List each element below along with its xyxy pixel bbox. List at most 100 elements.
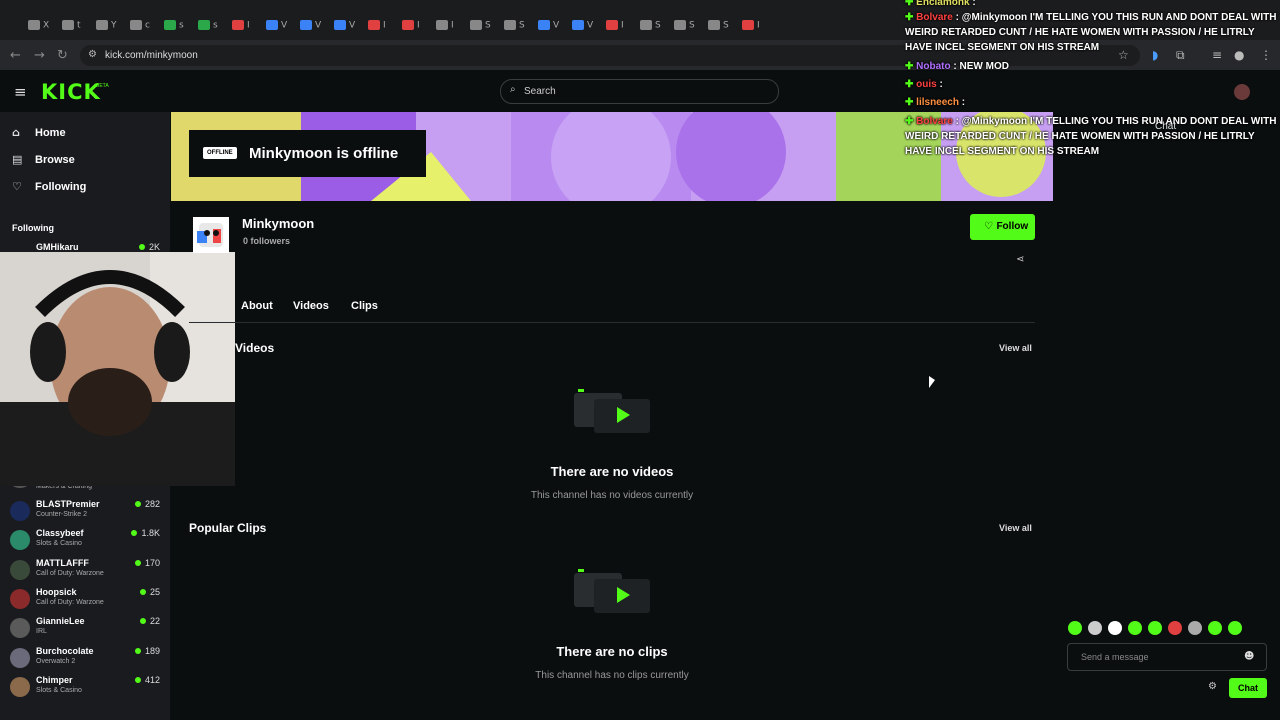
emote-icon[interactable]	[1208, 621, 1222, 635]
chat-text: :	[939, 79, 943, 90]
sidebar-channel[interactable]: Burchocolate Overwatch 2 189	[10, 646, 160, 674]
back-icon[interactable]: ←	[10, 48, 21, 63]
chat-username[interactable]: Bolvare	[916, 116, 953, 127]
browser-tab[interactable]: I	[232, 20, 262, 34]
offline-text: Minkymoon is offline	[249, 145, 399, 162]
emote-bar	[1068, 621, 1268, 639]
site-info-icon[interactable]: ⚙	[88, 49, 97, 60]
kick-logo[interactable]: KICK	[41, 80, 101, 104]
browser-tab[interactable]: V	[334, 20, 364, 34]
emote-icon[interactable]	[1068, 621, 1082, 635]
empty-videos-icon	[572, 385, 652, 435]
chat-username[interactable]: lilsneech	[916, 97, 959, 108]
tab-label: S	[519, 20, 525, 31]
browser-tab[interactable]: S	[504, 20, 534, 34]
no-videos-title: There are no videos	[550, 464, 674, 479]
reload-icon[interactable]: ↻	[57, 48, 68, 63]
tab-favicon-icon	[504, 20, 516, 30]
browser-tab[interactable]: V	[266, 20, 296, 34]
browser-tab[interactable]: V	[300, 20, 330, 34]
beta-label: BETA	[96, 83, 109, 89]
emote-icon[interactable]	[1168, 621, 1182, 635]
browser-tab[interactable]: I	[368, 20, 398, 34]
chat-settings-gear-icon[interactable]: ⚙	[1208, 681, 1217, 692]
browser-tab[interactable]: V	[572, 20, 602, 34]
browser-tab[interactable]: I	[402, 20, 432, 34]
tab-label: V	[281, 20, 288, 31]
tab-videos[interactable]: Videos	[293, 300, 329, 312]
chat-message-input[interactable]: Send a message ☻	[1067, 643, 1267, 671]
sidebar-channel[interactable]: MATTLAFFF Call of Duty: Warzone 170	[10, 558, 160, 586]
url-text: kick.com/minkymoon	[105, 50, 198, 61]
chat-header: Chat	[1155, 121, 1177, 132]
nav-home[interactable]: ⌂ Home	[12, 126, 66, 139]
chat-message: ✚ Bolvare : @Minkymoon I'M TELLING YOU T…	[905, 10, 1280, 55]
sidebar-channel[interactable]: BLASTPremier Counter-Strike 2 282	[10, 499, 160, 527]
emote-icon[interactable]	[1148, 621, 1162, 635]
browser-tab[interactable]: S	[708, 20, 738, 34]
viewer-count: 412	[135, 675, 160, 685]
browser-tab[interactable]: s	[164, 20, 194, 34]
emote-icon[interactable]	[1188, 621, 1202, 635]
chat-username[interactable]: Enclamonk	[916, 0, 969, 8]
no-clips-title: There are no clips	[556, 644, 668, 659]
tab-favicon-icon	[402, 20, 414, 30]
channel-avatar[interactable]	[193, 217, 229, 253]
forward-icon[interactable]: →	[34, 48, 45, 63]
sidebar-channel[interactable]: Hoopsick Call of Duty: Warzone 25	[10, 587, 160, 615]
browser-tab[interactable]: s	[198, 20, 228, 34]
browser-tab[interactable]: t	[62, 20, 92, 34]
channel-name: Minkymoon	[242, 216, 315, 231]
chat-username[interactable]: Nobato	[916, 61, 950, 72]
hamburger-menu-icon[interactable]: ≡	[14, 83, 27, 101]
channel-name: MATTLAFFF	[36, 557, 89, 568]
emote-icon[interactable]	[1128, 621, 1142, 635]
videos-view-all-link[interactable]: View all	[999, 343, 1032, 353]
tab-favicon-icon	[266, 20, 278, 30]
chat-username[interactable]: Bolvare	[916, 12, 953, 23]
tab-label: Y	[111, 20, 117, 31]
emoji-icon[interactable]: ☻	[1244, 651, 1254, 662]
sidebar-channel[interactable]: Classybeef Slots & Casino 1.8K	[10, 528, 160, 556]
nav-browse[interactable]: ▤ Browse	[12, 153, 75, 166]
clips-view-all-link[interactable]: View all	[999, 523, 1032, 533]
channel-name: GiannieLee	[36, 616, 85, 627]
tab-favicon-icon	[300, 20, 312, 30]
follow-button[interactable]: ♡ Follow	[970, 214, 1035, 240]
nav-following[interactable]: ♡ Following	[12, 180, 86, 193]
search-input[interactable]: ⌕ Search	[500, 79, 779, 104]
browser-tab[interactable]: c	[130, 20, 160, 34]
sidebar-channel[interactable]: Chimper Slots & Casino 412	[10, 675, 160, 703]
channel-avatar	[10, 588, 30, 609]
tab-favicon-icon	[470, 20, 482, 30]
tab-clips[interactable]: Clips	[351, 300, 378, 312]
channel-name: Classybeef	[36, 528, 84, 539]
browser-tab[interactable]: S	[640, 20, 670, 34]
emote-icon[interactable]	[1228, 621, 1242, 635]
badge-icon: ✚	[905, 12, 917, 23]
browse-icon: ▤	[12, 153, 23, 166]
browser-tab[interactable]: S	[674, 20, 704, 34]
share-icon[interactable]: ⋖	[1016, 254, 1024, 265]
offline-tag: OFFLINE	[203, 147, 237, 159]
no-clips-subtitle: This channel has no clips currently	[535, 670, 689, 681]
browser-tab[interactable]: I	[742, 20, 772, 34]
channel-avatar	[10, 530, 30, 551]
chat-username[interactable]: ouis	[916, 79, 937, 90]
chat-send-button[interactable]: Chat	[1229, 678, 1267, 698]
browser-tab[interactable]: I	[606, 20, 636, 34]
tab-favicon-icon	[742, 20, 754, 30]
tab-label: V	[315, 20, 322, 31]
viewer-count: 282	[135, 499, 160, 509]
emote-icon[interactable]	[1088, 621, 1102, 635]
browser-tab[interactable]: I	[436, 20, 466, 34]
browser-tab[interactable]: V	[538, 20, 568, 34]
tab-label: s	[179, 20, 184, 31]
browser-tab[interactable]: S	[470, 20, 500, 34]
browser-tab[interactable]: X	[28, 20, 58, 34]
tab-about[interactable]: About	[241, 300, 273, 312]
channel-name: Hoopsick	[36, 586, 77, 597]
emote-icon[interactable]	[1108, 621, 1122, 635]
sidebar-channel[interactable]: GiannieLee IRL 22	[10, 616, 160, 644]
browser-tab[interactable]: Y	[96, 20, 126, 34]
